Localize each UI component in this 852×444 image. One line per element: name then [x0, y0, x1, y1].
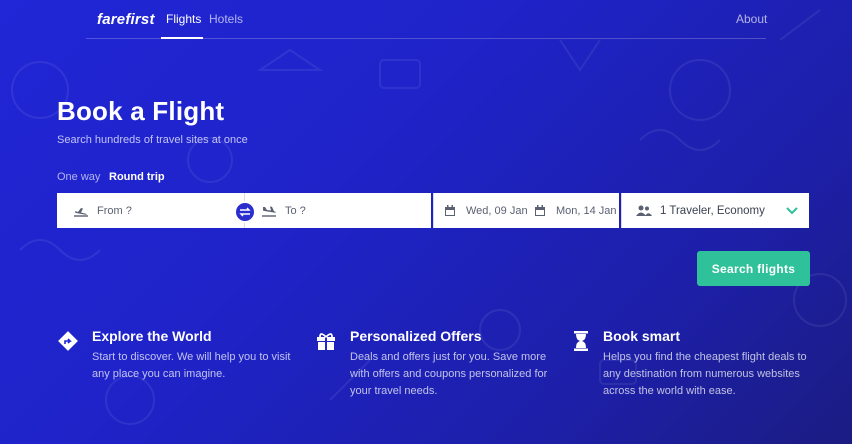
to-placeholder: To ?: [285, 204, 306, 217]
feature-text: Deals and offers just for you. Save more…: [350, 351, 548, 397]
return-date-field[interactable]: Mon, 14 Jan: [532, 193, 619, 228]
from-placeholder: From ?: [97, 204, 132, 217]
hourglass-icon: [574, 331, 588, 351]
top-navbar: farefirst Flights Hotels About: [86, 0, 767, 39]
swap-icon: [239, 207, 251, 217]
flight-search-form: From ? To ? Wed, 09 Jan Mon, 14 Jan 1 Tr…: [57, 193, 809, 228]
gift-icon: [317, 333, 335, 350]
active-tab-indicator: [161, 37, 203, 39]
chevron-down-icon: [786, 207, 798, 215]
depart-date-field[interactable]: Wed, 09 Jan: [433, 193, 532, 228]
from-field[interactable]: From ?: [57, 193, 245, 228]
feature-text: Start to discover. We will help you to v…: [92, 351, 291, 380]
brand-logo[interactable]: farefirst: [97, 11, 155, 28]
feature-title: Explore the World: [92, 328, 212, 344]
directions-icon: [58, 331, 78, 351]
feature-text: Helps you find the cheapest flight deals…: [603, 351, 807, 397]
nav-flights[interactable]: Flights: [166, 12, 201, 26]
travelers-select[interactable]: 1 Traveler, Economy: [621, 193, 809, 228]
page-title: Book a Flight: [57, 96, 225, 126]
travelers-value: 1 Traveler, Economy: [660, 204, 765, 217]
takeoff-icon: [73, 203, 89, 219]
calendar-icon: [442, 203, 458, 219]
to-field[interactable]: To ?: [245, 193, 431, 228]
nav-hotels[interactable]: Hotels: [209, 12, 243, 26]
feature-title: Book smart: [603, 328, 681, 344]
landing-icon: [261, 203, 277, 219]
round-trip-option[interactable]: Round trip: [109, 171, 165, 183]
calendar-icon: [532, 203, 548, 219]
feature-title: Personalized Offers: [350, 328, 482, 344]
users-icon: [636, 203, 652, 219]
swap-button[interactable]: [234, 201, 256, 223]
page-subtitle: Search hundreds of travel sites at once: [57, 134, 248, 146]
depart-date-value: Wed, 09 Jan: [466, 204, 528, 217]
return-date-value: Mon, 14 Jan: [556, 204, 617, 217]
one-way-option[interactable]: One way: [57, 171, 100, 183]
search-flights-button[interactable]: Search flights: [697, 251, 810, 286]
nav-about[interactable]: About: [736, 12, 767, 26]
